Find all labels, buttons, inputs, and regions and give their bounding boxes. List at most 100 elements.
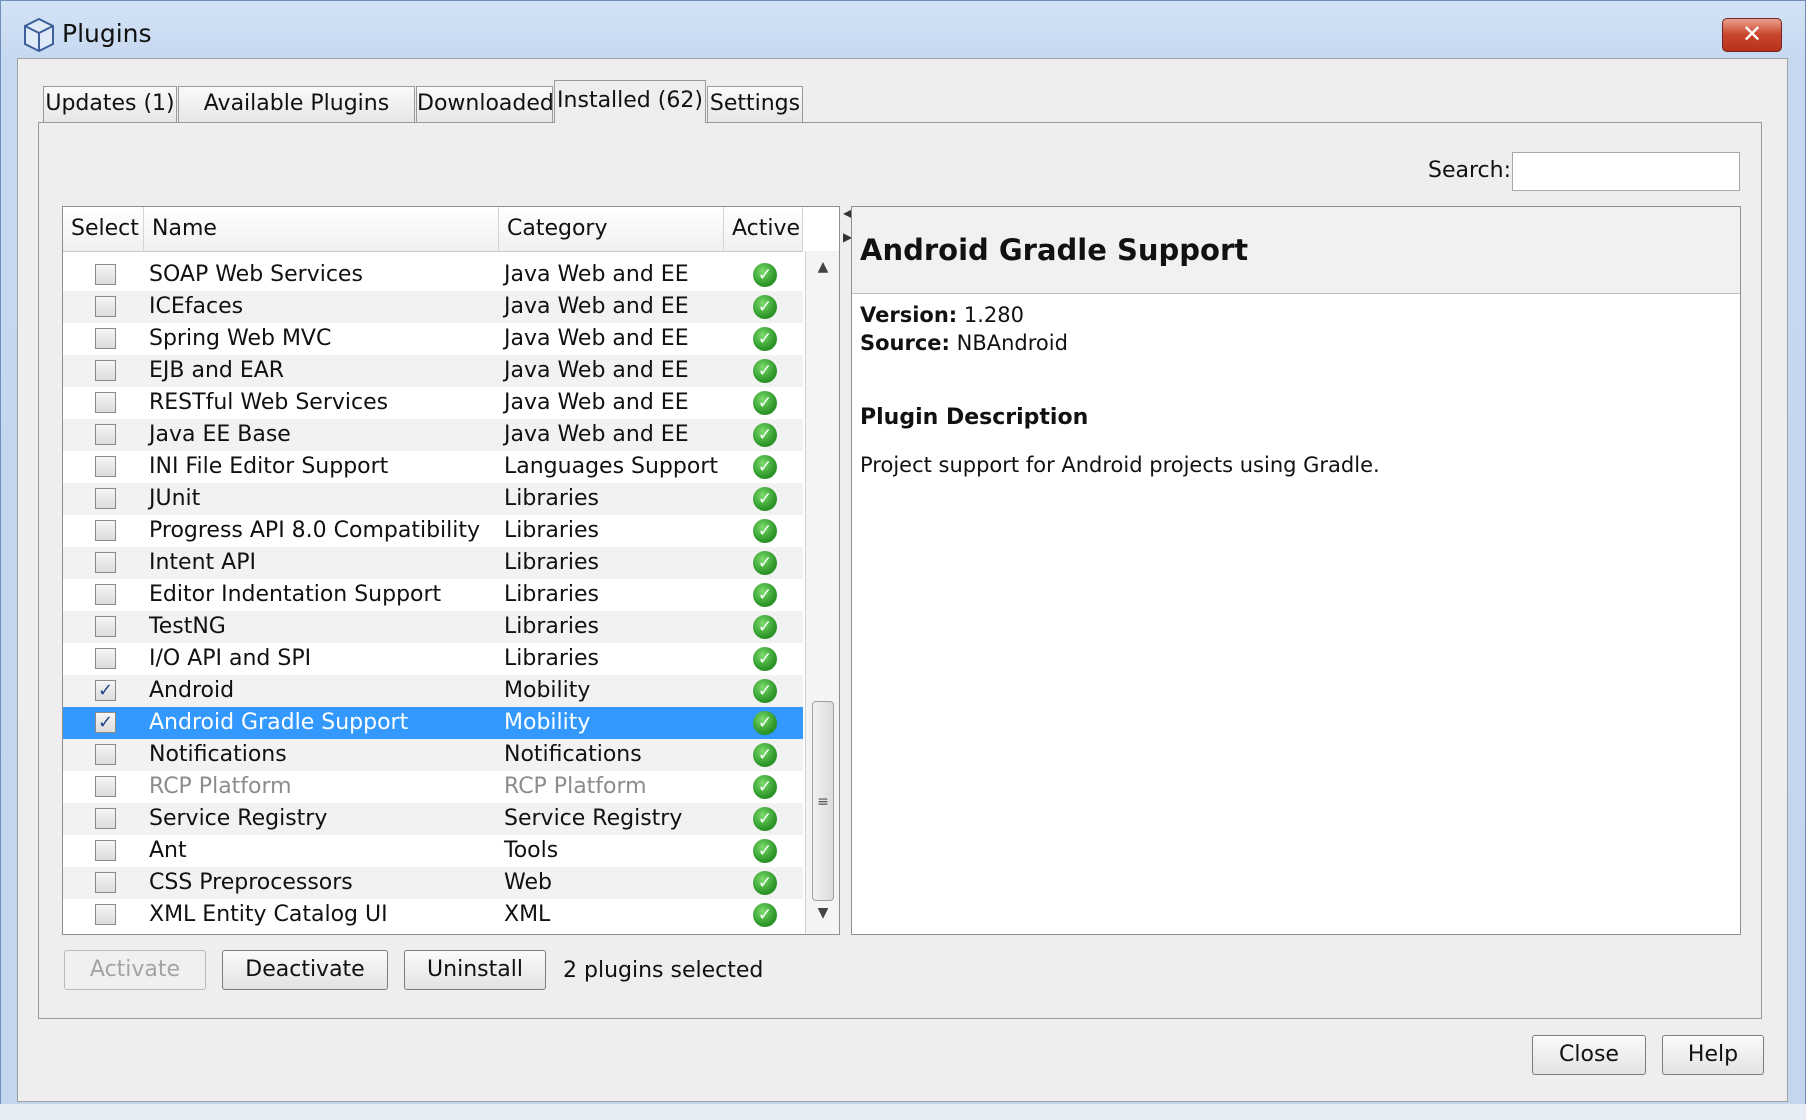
- details-version: Version: 1.280: [860, 303, 1024, 327]
- plugin-details-pane: Android Gradle Support Version: 1.280 So…: [851, 206, 1741, 935]
- table-row[interactable]: RESTful Web Services Java Web and EE ✓: [63, 387, 803, 419]
- plugin-name: I/O API and SPI: [149, 646, 312, 671]
- tab-settings[interactable]: Settings: [707, 86, 803, 122]
- select-checkbox[interactable]: [95, 744, 116, 765]
- active-check-icon: ✓: [753, 551, 777, 575]
- details-title: Android Gradle Support: [860, 233, 1249, 267]
- select-checkbox[interactable]: [95, 392, 116, 413]
- table-row[interactable]: Service Registry Service Registry ✓: [63, 803, 803, 835]
- uninstall-button[interactable]: Uninstall: [404, 950, 546, 990]
- select-checkbox[interactable]: [95, 456, 116, 477]
- select-checkbox[interactable]: [95, 264, 116, 285]
- table-row[interactable]: XML Entity Catalog UI XML ✓: [63, 899, 803, 931]
- table-row[interactable]: EJB and EAR Java Web and EE ✓: [63, 355, 803, 387]
- table-row[interactable]: ✓ Android Gradle Support Mobility ✓: [63, 707, 803, 739]
- plugin-category: Libraries: [504, 614, 600, 639]
- select-checkbox[interactable]: [95, 648, 116, 669]
- table-header: Select Name Category Active: [63, 207, 803, 252]
- table-row[interactable]: INI File Editor Support Languages Support…: [63, 451, 803, 483]
- table-row[interactable]: Ant Tools ✓: [63, 835, 803, 867]
- select-checkbox[interactable]: [95, 840, 116, 861]
- search-input[interactable]: [1512, 152, 1740, 191]
- select-checkbox[interactable]: [95, 776, 116, 797]
- plugin-category: Tools: [504, 838, 559, 863]
- plugin-category: Java Web and EE: [504, 390, 689, 415]
- active-check-icon: ✓: [753, 647, 777, 671]
- plugin-category: Mobility: [504, 710, 591, 735]
- active-check-icon: ✓: [753, 583, 777, 607]
- active-check-icon: ✓: [753, 903, 777, 927]
- column-select[interactable]: Select: [63, 207, 144, 251]
- select-checkbox[interactable]: [95, 552, 116, 573]
- plugin-name: Spring Web MVC: [149, 326, 332, 351]
- column-category[interactable]: Category: [499, 207, 724, 251]
- description-heading: Plugin Description: [860, 405, 1089, 430]
- tab-updates[interactable]: Updates (1): [43, 86, 177, 122]
- description-text: Project support for Android projects usi…: [860, 453, 1380, 477]
- select-checkbox[interactable]: [95, 424, 116, 445]
- select-checkbox[interactable]: ✓: [95, 680, 116, 701]
- window-close-button[interactable]: ✕: [1722, 18, 1782, 52]
- table-row[interactable]: Editor Indentation Support Libraries ✓: [63, 579, 803, 611]
- table-scrollbar[interactable]: ▲ ≡ ▼: [805, 251, 839, 934]
- column-name[interactable]: Name: [144, 207, 499, 251]
- table-rows: SOAP Web Services Java Web and EE ✓ ICEface…: [63, 251, 803, 934]
- activate-button[interactable]: Activate: [64, 950, 206, 990]
- search-label: Search:: [1428, 158, 1511, 183]
- plugin-name: ICEfaces: [149, 294, 244, 319]
- select-checkbox[interactable]: [95, 616, 116, 637]
- help-button[interactable]: Help: [1662, 1035, 1764, 1075]
- tab-available-plugins[interactable]: Available Plugins (243): [178, 86, 415, 150]
- active-check-icon: ✓: [753, 391, 777, 415]
- window-bottom-edge: [0, 1104, 1806, 1120]
- table-row[interactable]: ✓ Android Mobility ✓: [63, 675, 803, 707]
- plugin-name: Editor Indentation Support: [149, 582, 442, 607]
- select-checkbox[interactable]: [95, 360, 116, 381]
- active-check-icon: ✓: [753, 679, 777, 703]
- details-source: Source: NBAndroid: [860, 331, 1068, 355]
- table-row[interactable]: RCP Platform RCP Platform ✓: [63, 771, 803, 803]
- active-check-icon: ✓: [753, 839, 777, 863]
- plugin-name: Progress API 8.0 Compatibility: [149, 518, 481, 543]
- select-checkbox[interactable]: [95, 520, 116, 541]
- active-check-icon: ✓: [753, 263, 777, 287]
- source-value: NBAndroid: [956, 331, 1068, 355]
- select-checkbox[interactable]: [95, 904, 116, 925]
- table-row[interactable]: SOAP Web Services Java Web and EE ✓: [63, 259, 803, 291]
- plugin-category: Java Web and EE: [504, 358, 689, 383]
- plugin-name: Service Registry: [149, 806, 328, 831]
- table-row[interactable]: Intent API Libraries ✓: [63, 547, 803, 579]
- table-row[interactable]: CSS Preprocessors Web ✓: [63, 867, 803, 899]
- close-button[interactable]: Close: [1532, 1035, 1646, 1075]
- table-row[interactable]: Notifications Notifications ✓: [63, 739, 803, 771]
- scroll-thumb[interactable]: ≡: [812, 701, 834, 901]
- table-row[interactable]: I/O API and SPI Libraries ✓: [63, 643, 803, 675]
- select-checkbox[interactable]: [95, 872, 116, 893]
- table-row[interactable]: Java EE Base Java Web and EE ✓: [63, 419, 803, 451]
- select-checkbox[interactable]: [95, 808, 116, 829]
- select-checkbox[interactable]: ✓: [95, 712, 116, 733]
- active-check-icon: ✓: [753, 455, 777, 479]
- select-checkbox[interactable]: [95, 584, 116, 605]
- select-checkbox[interactable]: [95, 328, 116, 349]
- table-row[interactable]: Spring Web MVC Java Web and EE ✓: [63, 323, 803, 355]
- plugin-category: RCP Platform: [504, 774, 647, 799]
- table-row[interactable]: JUnit Libraries ✓: [63, 483, 803, 515]
- active-check-icon: ✓: [753, 775, 777, 799]
- active-check-icon: ✓: [753, 327, 777, 351]
- table-row[interactable]: Progress API 8.0 Compatibility Libraries ✓: [63, 515, 803, 547]
- plugin-name: Android: [149, 678, 235, 703]
- table-row[interactable]: ICEfaces Java Web and EE ✓: [63, 291, 803, 323]
- deactivate-button[interactable]: Deactivate: [222, 950, 388, 990]
- select-checkbox[interactable]: [95, 488, 116, 509]
- tab-downloaded[interactable]: Downloaded: [416, 86, 554, 122]
- tab-installed[interactable]: Installed (62): [554, 80, 706, 123]
- scroll-up-arrow-icon[interactable]: ▲: [806, 259, 839, 283]
- table-row[interactable]: TestNG Libraries ✓: [63, 611, 803, 643]
- plugin-name: RCP Platform: [149, 774, 292, 799]
- column-active[interactable]: Active: [724, 207, 803, 251]
- select-checkbox[interactable]: [95, 296, 116, 317]
- plugin-category: Java Web and EE: [504, 326, 689, 351]
- plugin-name: SOAP Web Services: [149, 262, 363, 287]
- scroll-down-arrow-icon[interactable]: ▼: [806, 905, 839, 929]
